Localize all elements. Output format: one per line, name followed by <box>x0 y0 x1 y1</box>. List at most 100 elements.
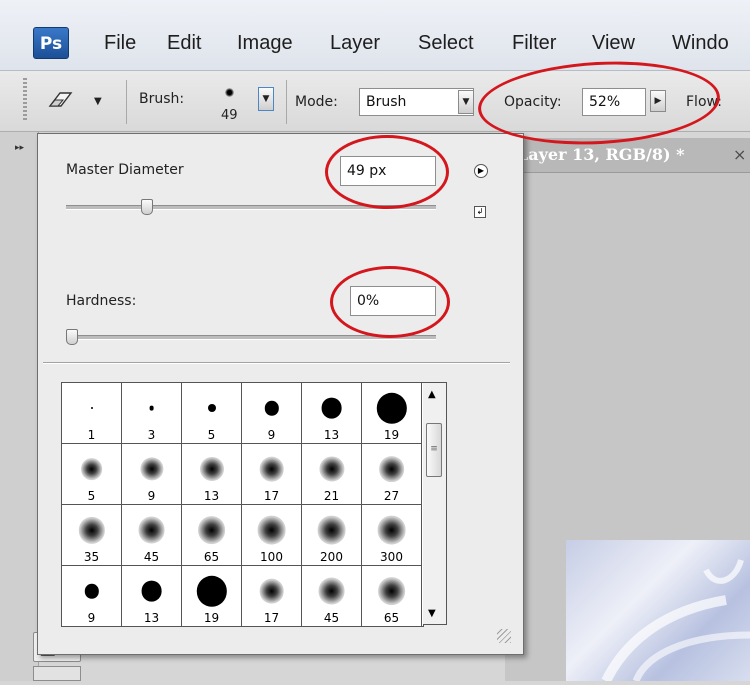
eraser-tool-icon[interactable] <box>46 89 74 111</box>
menu-image[interactable]: Image <box>237 32 293 55</box>
brush-preset-cell[interactable]: 13 <box>182 444 242 505</box>
brush-size-readout: 49 <box>221 108 238 123</box>
brush-size-label: 21 <box>323 489 340 503</box>
brush-preset-cell[interactable]: 19 <box>182 566 242 627</box>
mode-label: Mode: <box>295 94 338 110</box>
brush-preset-cell[interactable]: 35 <box>62 505 122 566</box>
brush-tip-icon <box>84 583 99 599</box>
scroll-up-icon[interactable]: ▲ <box>428 389 436 400</box>
options-bar-grip[interactable] <box>23 78 27 122</box>
scroll-down-icon[interactable]: ▼ <box>428 608 436 619</box>
brush-preset-cell[interactable]: 5 <box>182 383 242 444</box>
brush-size-label: 5 <box>87 489 96 503</box>
brush-preset-grid: 1 3 5 9 13 19 5 9 13 17 21 27 35 45 65 100 200 300 9 13 19 17… <box>61 382 424 627</box>
brush-size-label: 5 <box>207 428 216 442</box>
brush-size-label: 65 <box>203 550 220 564</box>
hardness-slider-thumb[interactable] <box>66 329 78 345</box>
brush-preset-cell[interactable]: 300 <box>362 505 422 566</box>
brush-preset-cell[interactable]: 45 <box>302 566 362 627</box>
brush-preset-cell[interactable]: 9 <box>122 444 182 505</box>
scroll-thumb[interactable]: ≡ <box>426 423 442 477</box>
brush-preset-cell[interactable]: 27 <box>362 444 422 505</box>
brush-preset-cell[interactable]: 100 <box>242 505 302 566</box>
brush-tip-icon <box>318 456 345 482</box>
brush-size-label: 9 <box>87 611 96 625</box>
brush-preset-cell[interactable]: 17 <box>242 444 302 505</box>
brush-size-label: 45 <box>323 611 340 625</box>
brush-preset-cell[interactable]: 13 <box>122 566 182 627</box>
document-tab[interactable]: Layer 13, RGB/8) * × <box>505 138 750 173</box>
brush-size-label: 35 <box>83 550 100 564</box>
menu-edit[interactable]: Edit <box>167 32 201 55</box>
brush-preset-cell[interactable]: 9 <box>242 383 302 444</box>
preset-scrollbar[interactable]: ▲ ≡ ▼ <box>423 382 447 625</box>
close-icon[interactable]: × <box>733 138 746 172</box>
resize-grip-icon[interactable] <box>497 629 511 643</box>
menu-layer[interactable]: Layer <box>330 32 380 55</box>
brush-size-label: 200 <box>320 550 343 564</box>
brush-tip-icon <box>377 577 406 606</box>
hardness-label: Hardness: <box>66 293 137 309</box>
brush-tip-icon <box>138 516 165 544</box>
brush-size-label: 1 <box>87 428 96 442</box>
master-diameter-slider-thumb[interactable] <box>141 199 154 215</box>
menu-select[interactable]: Select <box>418 32 474 55</box>
brush-tip-icon <box>139 457 164 481</box>
brush-tip-icon <box>207 404 216 413</box>
brush-size-label: 27 <box>383 489 400 503</box>
brush-tip-icon <box>149 405 154 411</box>
brush-tip-icon <box>257 515 286 545</box>
brush-size-label: 45 <box>143 550 160 564</box>
mode-select-value: Brush <box>366 94 407 110</box>
brush-preset-cell[interactable]: 21 <box>302 444 362 505</box>
brush-preset-cell[interactable]: 1 <box>62 383 122 444</box>
master-diameter-label: Master Diameter <box>66 162 184 178</box>
brush-tip-icon <box>377 515 406 545</box>
brush-preset-cell[interactable]: 5 <box>62 444 122 505</box>
brush-preview-icon[interactable] <box>225 88 234 97</box>
brush-size-label: 17 <box>263 611 280 625</box>
tool-preset-chevron-down-icon[interactable]: ▼ <box>94 96 102 107</box>
brush-tip-icon <box>80 458 103 481</box>
brush-tip-icon <box>378 456 405 483</box>
brush-size-label: 17 <box>263 489 280 503</box>
mode-select[interactable]: Brush <box>359 88 474 116</box>
brush-tip-icon <box>317 515 346 545</box>
menu-window[interactable]: Windo <box>672 32 729 55</box>
brush-tip-icon <box>90 407 93 410</box>
brush-preset-cell[interactable]: 200 <box>302 505 362 566</box>
brush-picker-dropdown-button[interactable]: ▼ <box>258 87 274 111</box>
menu-view[interactable]: View <box>592 32 635 55</box>
brush-tip-icon <box>199 457 224 482</box>
brush-tip-icon <box>264 400 279 416</box>
brush-preset-cell[interactable]: 9 <box>62 566 122 627</box>
tools-panel <box>0 132 39 681</box>
brush-preset-cell[interactable]: 65 <box>362 566 422 627</box>
brush-size-label: 13 <box>323 428 340 442</box>
panel-divider <box>43 362 510 364</box>
brush-size-label: 65 <box>383 611 400 625</box>
brush-size-label: 19 <box>383 428 400 442</box>
canvas-image <box>566 540 750 684</box>
brush-preset-cell[interactable]: 3 <box>122 383 182 444</box>
options-separator <box>126 80 127 124</box>
brush-size-label: 3 <box>147 428 156 442</box>
brush-size-label: 300 <box>380 550 403 564</box>
brush-size-label: 100 <box>260 550 283 564</box>
brush-preset-cell[interactable]: 17 <box>242 566 302 627</box>
mode-chevron-down-icon[interactable]: ▼ <box>458 90 474 114</box>
options-separator <box>286 80 287 124</box>
brush-preset-cell[interactable]: 65 <box>182 505 242 566</box>
menu-file[interactable]: File <box>104 32 136 55</box>
tools-panel-expand-icon[interactable]: ▸▸ <box>15 143 24 153</box>
brush-tip-icon <box>78 517 105 544</box>
panel-menu-arrow-icon[interactable]: ▶ <box>474 164 488 178</box>
brush-preset-cell[interactable]: 13 <box>302 383 362 444</box>
next-tool-button[interactable] <box>33 666 81 681</box>
brush-preset-cell[interactable]: 45 <box>122 505 182 566</box>
brush-preset-cell[interactable]: 19 <box>362 383 422 444</box>
menu-filter[interactable]: Filter <box>512 32 556 55</box>
annotation-ring-diameter <box>325 135 449 209</box>
save-preset-icon[interactable]: ↲ <box>474 206 486 218</box>
brush-tip-icon <box>141 580 162 602</box>
